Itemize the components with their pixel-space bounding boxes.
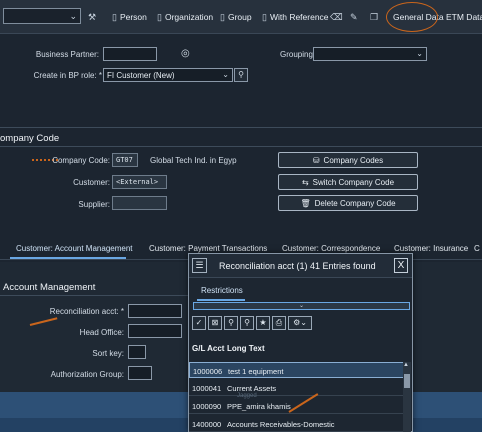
tab-account-management[interactable]: Customer: Account Management	[16, 244, 133, 253]
print-icon[interactable]: ⎙	[272, 316, 286, 330]
column-header-long-text[interactable]: Long Text	[227, 344, 265, 353]
customer-label: Customer:	[73, 178, 110, 187]
tab-correspondence[interactable]: Customer: Correspondence	[282, 244, 380, 253]
tab-restrictions[interactable]: Restrictions	[201, 286, 243, 295]
coins-icon: ⛁	[312, 155, 320, 165]
etm-data-button[interactable]: ETM Data	[446, 10, 484, 24]
copy-icon[interactable]: ❐	[370, 10, 378, 24]
document-icon: ▯	[220, 11, 225, 22]
sort-key-label: Sort key:	[92, 349, 124, 358]
close-button[interactable]: X	[394, 258, 408, 273]
chevron-down-icon: ⌄	[416, 49, 423, 58]
chevron-down-icon: ⌄	[69, 11, 77, 21]
long-text: PPE_amira khamis	[227, 402, 291, 411]
group-button[interactable]: ▯ Group	[220, 10, 252, 24]
table-row[interactable]: 1400000 Accounts Receivables-Domestic	[189, 416, 404, 432]
favorite-icon[interactable]: ★	[256, 316, 270, 330]
grouping-select[interactable]: ⌄	[313, 47, 427, 61]
scroll-up-icon[interactable]: ▲	[403, 362, 409, 368]
business-partner-input[interactable]	[103, 47, 157, 61]
head-office-label: Head Office:	[79, 328, 124, 337]
divider	[0, 146, 487, 147]
switch-company-code-button[interactable]: ⇆ Switch Company Code	[278, 174, 418, 190]
sort-key-input[interactable]	[128, 345, 146, 359]
cancel-icon[interactable]: ⊠	[208, 316, 222, 330]
dialog-title: Reconciliation acct (1) 41 Entries found	[219, 261, 376, 271]
divider	[0, 295, 190, 296]
page-edge	[482, 0, 487, 432]
person-button[interactable]: ▯ Person	[112, 10, 147, 24]
search-icon[interactable]: ⚲	[224, 316, 238, 330]
company-code-title: ompany Code	[0, 133, 60, 144]
dialog-tab-bar: Restrictions	[189, 278, 412, 302]
role-select[interactable]: FI Customer (New) ⌄	[103, 68, 233, 82]
gl-account: 1000041	[192, 384, 222, 393]
delete-icon[interactable]: ⌫	[330, 10, 343, 24]
long-text: Current Assets	[227, 384, 277, 393]
active-tab-indicator	[10, 257, 126, 259]
table-row[interactable]: 1000006 test 1 equipment	[189, 362, 404, 378]
restrictions-toggle[interactable]: ⌄	[193, 302, 410, 310]
menu-icon[interactable]: ☰	[192, 258, 207, 273]
customer-value[interactable]: <External>	[112, 175, 167, 189]
divider	[0, 127, 487, 128]
supplier-label: Supplier:	[78, 200, 110, 209]
reconciliation-label: Reconciliation acct: *	[49, 307, 124, 316]
account-management-title: Account Management	[3, 282, 96, 293]
check-icon[interactable]: ✓	[192, 316, 206, 330]
watermark: Jagged	[237, 393, 257, 399]
dialog-header: ☰ Reconciliation acct (1) 41 Entries fou…	[189, 254, 412, 278]
organization-button[interactable]: ▯ Organization	[157, 10, 213, 24]
scrollbar[interactable]: ▲	[403, 362, 411, 432]
table-row[interactable]: 1000041 Current Assets	[189, 380, 404, 396]
toolbar-dropdown[interactable]: ⌄	[3, 8, 81, 24]
target-icon[interactable]: ◎	[181, 48, 190, 59]
scroll-thumb[interactable]	[404, 374, 410, 388]
authorization-group-label: Authorization Group:	[50, 370, 124, 379]
annotation-circle	[386, 2, 438, 32]
supplier-value[interactable]	[112, 196, 167, 210]
reconciliation-input[interactable]	[128, 304, 182, 318]
annotation-arrow	[29, 317, 58, 326]
tab-more[interactable]: C	[474, 244, 480, 253]
long-text: test 1 equipment	[228, 367, 284, 376]
gl-account: 1000006	[193, 367, 223, 376]
document-icon: ▯	[112, 11, 117, 22]
gl-account: 1400000	[192, 420, 222, 429]
switch-icon: ⇆	[301, 177, 309, 187]
authorization-group-input[interactable]	[128, 366, 152, 380]
value-help-dialog: ☰ Reconciliation acct (1) 41 Entries fou…	[188, 253, 413, 432]
with-reference-button[interactable]: ▯ With Reference	[262, 10, 329, 24]
gl-account: 1000090	[192, 402, 222, 411]
search-more-icon[interactable]: ⚲	[240, 316, 254, 330]
tab-insurance[interactable]: Customer: Insurance	[394, 244, 468, 253]
document-icon: ▯	[262, 11, 267, 22]
sap-bp-maintenance-screen: ⌄ ⚒ ▯ Person ▯ Organization ▯ Group ▯ Wi…	[0, 0, 487, 432]
company-code-value[interactable]: GT07	[112, 153, 138, 167]
chevron-down-icon: ⌄	[222, 70, 229, 79]
active-tab-indicator	[197, 299, 245, 301]
company-name: Global Tech Ind. in Egyp	[150, 156, 237, 165]
header-section: Business Partner: ◎ Grouping: ⌄ Create i…	[0, 34, 487, 126]
delete-company-code-button[interactable]: 🗑 Delete Company Code	[278, 195, 418, 211]
toolbar: ⌄ ⚒ ▯ Person ▯ Organization ▯ Group ▯ Wi…	[0, 0, 487, 34]
search-icon[interactable]: ⚲	[234, 68, 248, 82]
settings-dropdown-icon[interactable]: ⚙⌄	[288, 316, 312, 330]
long-text: Accounts Receivables-Domestic	[227, 420, 335, 429]
dialog-toolbar: ✓ ⊠ ⚲ ⚲ ★ ⎙ ⚙⌄	[192, 316, 312, 332]
column-header-gl-acct[interactable]: G/L Acct	[192, 344, 224, 353]
tab-payment-transactions[interactable]: Customer: Payment Transactions	[149, 244, 267, 253]
tool-icon[interactable]: ⚒	[88, 10, 96, 24]
company-codes-button[interactable]: ⛁ Company Codes	[278, 152, 418, 168]
company-code-label: Company Code:	[52, 156, 110, 165]
head-office-input[interactable]	[128, 324, 182, 338]
edit-icon[interactable]: ✎	[350, 10, 358, 24]
role-label: Create in BP role: *	[33, 71, 102, 80]
trash-icon: 🗑	[300, 198, 311, 208]
business-partner-label: Business Partner:	[35, 50, 99, 59]
document-icon: ▯	[157, 11, 162, 22]
grouping-label: Grouping:	[280, 50, 316, 59]
